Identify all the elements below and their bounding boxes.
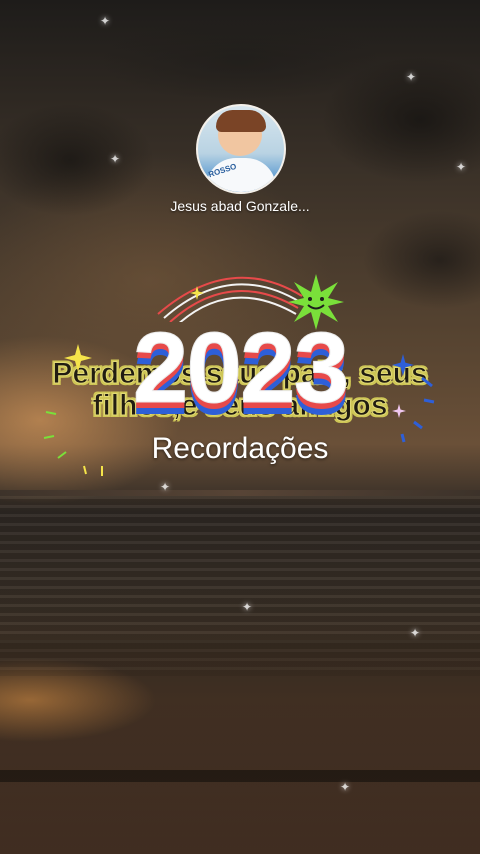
sparkle-icon: ✦ [340,780,351,794]
sparkle-icon: ✦ [160,480,171,494]
sparkle-icon [64,344,92,372]
sparkle-icon [190,286,204,300]
sparkle-icon: ✦ [406,70,417,84]
username[interactable]: Jesus abad Gonzale... [0,198,480,214]
avatar[interactable]: ROSSO [196,104,286,194]
sparkle-icon: ✦ [410,626,421,640]
recordacoes-subtitle: Recordações [151,432,329,465]
sparkle-icon: ✦ [242,600,253,614]
beach-shore [0,640,480,854]
year-title: 2023 2023 2023 [90,312,390,431]
sparkle-icon: ✦ [100,14,111,28]
avatar-hair [216,110,266,132]
year-text: 2023 [132,312,349,424]
wave-foam [0,770,480,782]
sparkle-icon: ✦ [456,160,467,174]
sparkle-icon: ✦ [110,152,121,166]
